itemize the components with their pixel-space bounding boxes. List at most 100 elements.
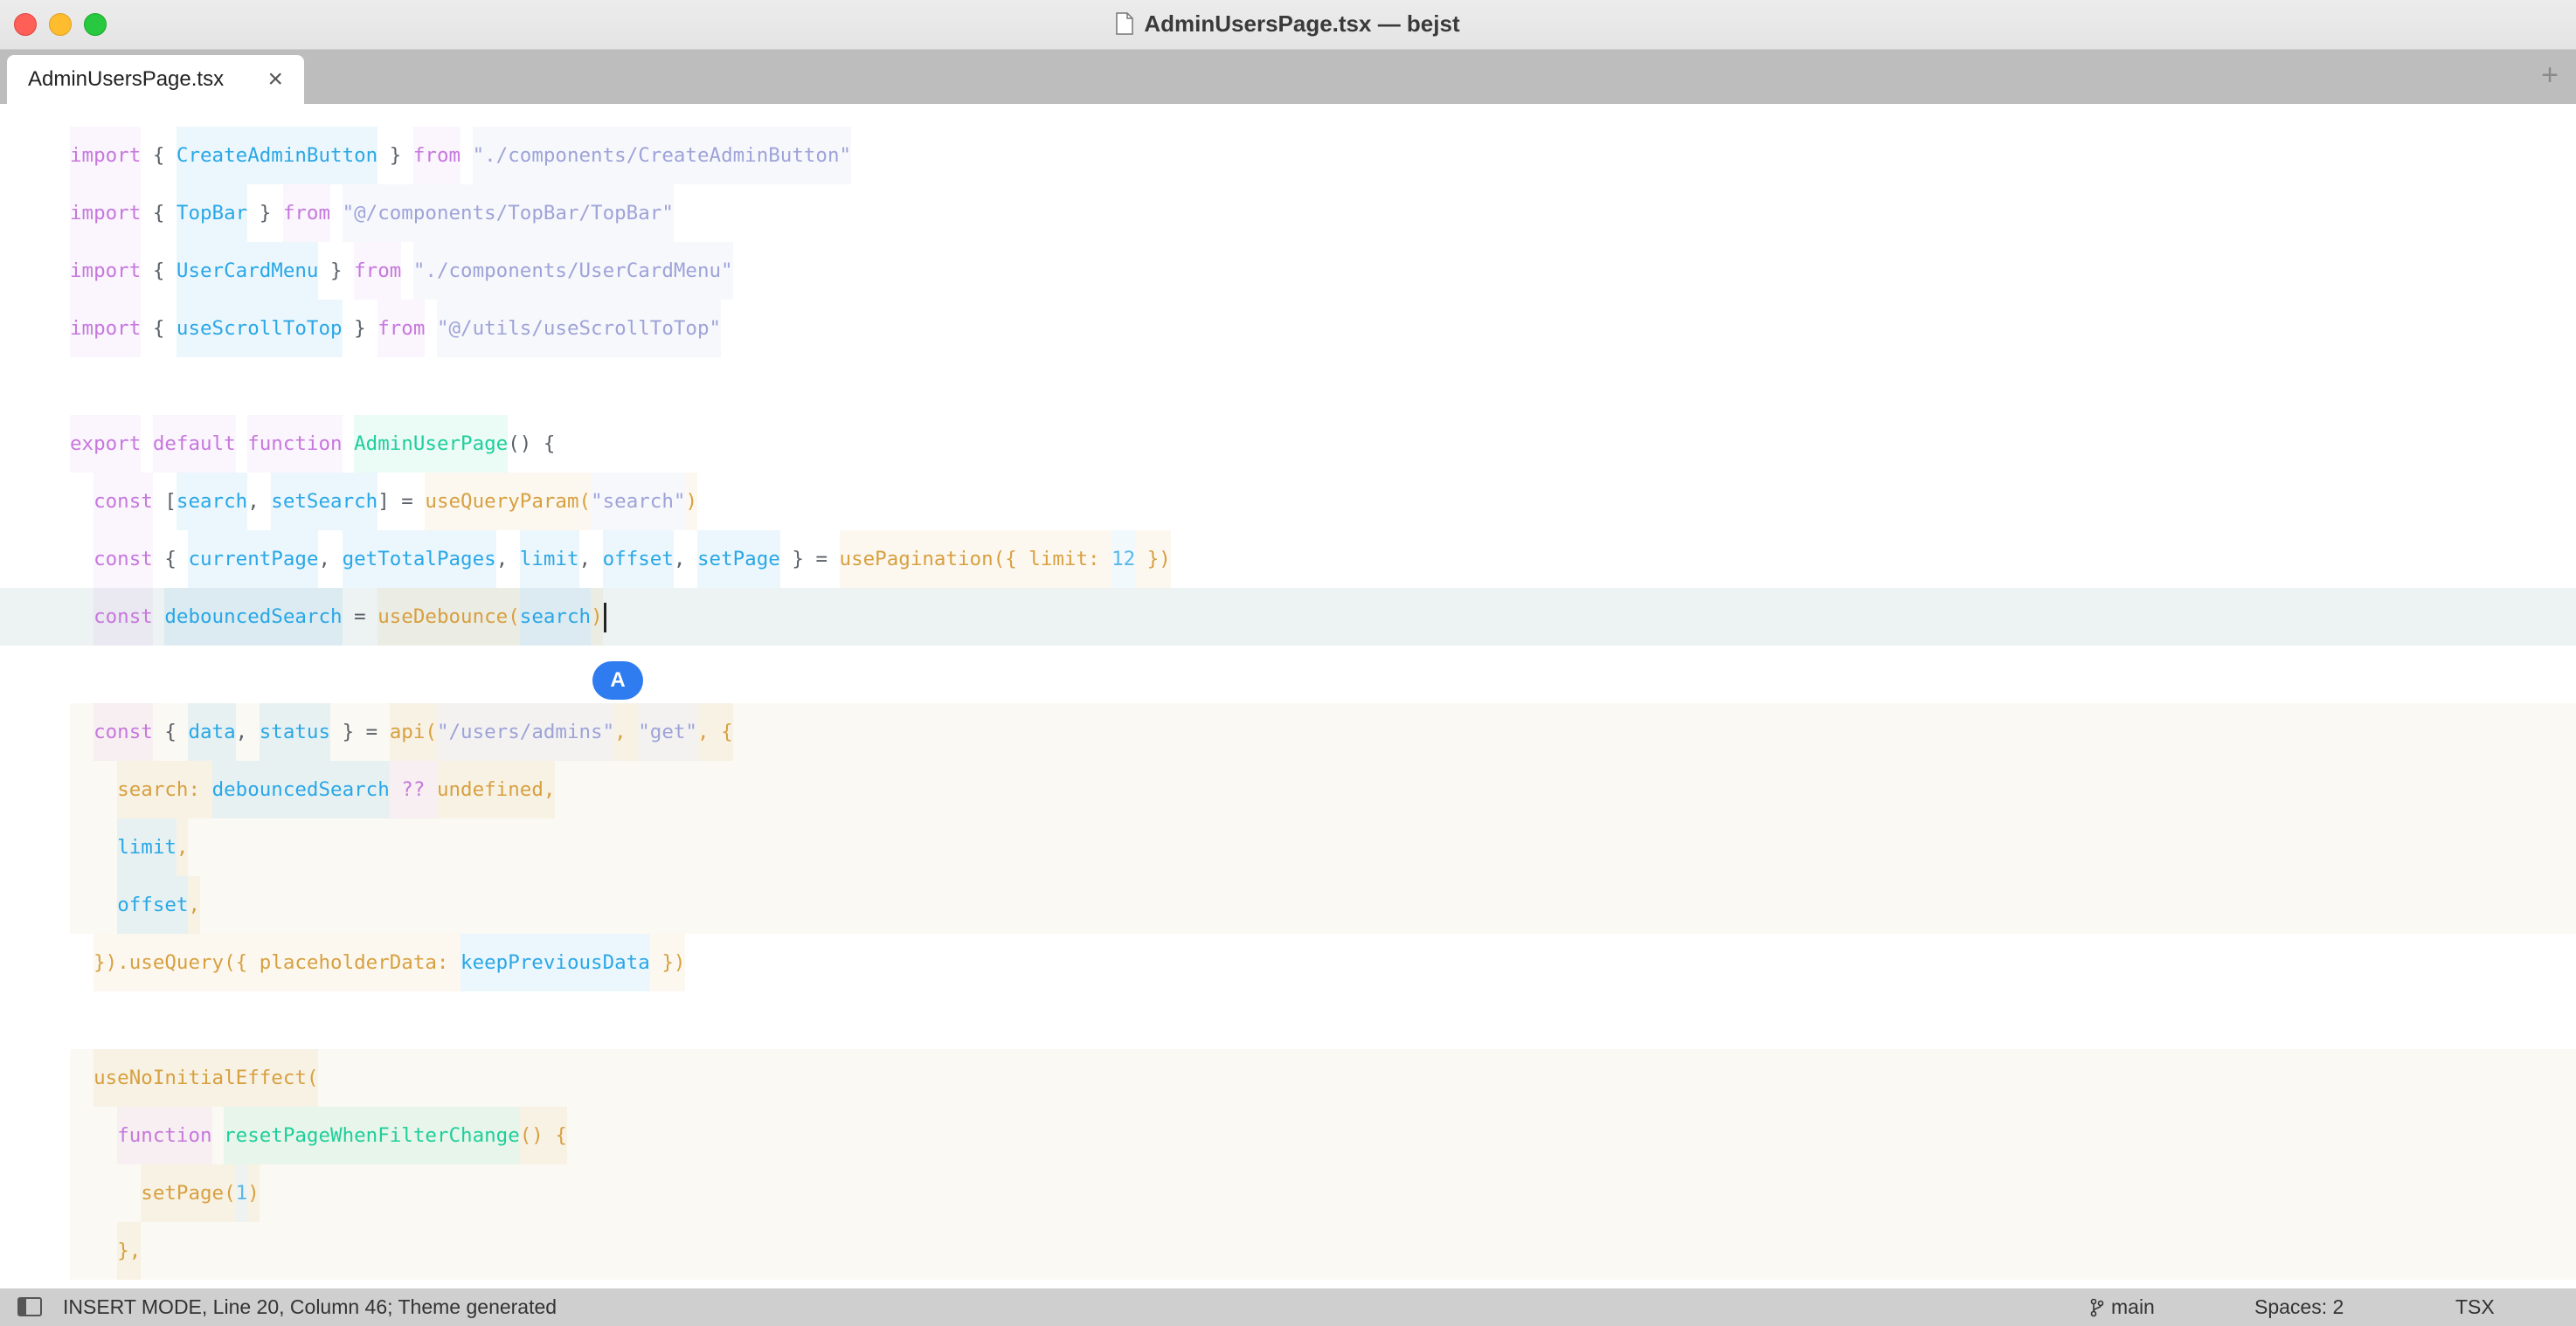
- code-line-active[interactable]: const debouncedSearch = useDebounce(sear…: [0, 588, 2576, 646]
- code-token: from: [282, 184, 331, 242]
- code-token: ??: [389, 761, 437, 818]
- code-token: {: [141, 144, 177, 167]
- code-token: status: [259, 703, 331, 761]
- sidebar-toggle-icon[interactable]: [17, 1297, 42, 1316]
- code-token: {: [141, 259, 177, 282]
- code-token: ,: [188, 876, 201, 934]
- code-line[interactable]: setPage(1): [0, 1164, 2576, 1222]
- code-line[interactable]: useNoInitialEffect(: [0, 1049, 2576, 1107]
- code-token: debouncedSearch: [164, 588, 343, 646]
- code-line[interactable]: export default function AdminUserPage() …: [0, 415, 2576, 473]
- code-token: undefined,: [436, 761, 556, 818]
- tab-adminuserspage[interactable]: AdminUsersPage.tsx ×: [7, 55, 304, 104]
- code-token: search:: [117, 761, 212, 818]
- code-token: function: [247, 415, 343, 473]
- text-cursor: [603, 602, 606, 632]
- syntax-mode[interactable]: TSX: [2455, 1295, 2495, 1319]
- tab-bar: AdminUsersPage.tsx × +: [0, 50, 2576, 104]
- code-token: ,: [247, 490, 272, 513]
- code-token: import: [70, 300, 142, 357]
- code-token: () {: [519, 1107, 567, 1164]
- code-token: ): [591, 588, 603, 646]
- code-token: "search": [591, 473, 686, 530]
- code-token: }: [342, 317, 378, 340]
- code-token: ,: [578, 548, 603, 570]
- code-token: useDebounce(: [377, 588, 520, 646]
- code-token: offset: [602, 530, 674, 588]
- code-editor[interactable]: import { CreateAdminButton } from "./com…: [0, 104, 2576, 1288]
- new-tab-icon[interactable]: +: [2541, 60, 2559, 90]
- code-token: search: [519, 588, 592, 646]
- code-token: "./components/UserCardMenu": [412, 242, 733, 300]
- code-token: debouncedSearch: [211, 761, 390, 818]
- code-line[interactable]: const { data, status } = api("/users/adm…: [0, 703, 2576, 761]
- code-token: setPage(: [141, 1164, 236, 1222]
- code-token: setPage: [696, 530, 780, 588]
- code-token: () {: [508, 432, 556, 455]
- code-token: 12: [1111, 530, 1136, 588]
- window-title: AdminUsersPage.tsx — bejst: [1144, 10, 1460, 37]
- code-token: import: [70, 184, 142, 242]
- code-token: resetPageWhenFilterChange: [224, 1107, 520, 1164]
- status-bar: INSERT MODE, Line 20, Column 46; Theme g…: [0, 1288, 2576, 1326]
- code-line[interactable]: const { currentPage, getTotalPages, limi…: [0, 530, 2576, 588]
- close-tab-icon[interactable]: ×: [267, 66, 283, 93]
- code-token: useScrollToTop: [176, 300, 343, 357]
- code-token: function: [117, 1107, 212, 1164]
- code-line[interactable]: [0, 646, 2576, 703]
- code-token: default: [152, 415, 236, 473]
- code-line[interactable]: import { UserCardMenu } from "./componen…: [0, 242, 2576, 300]
- code-token: const: [93, 588, 153, 646]
- code-line[interactable]: limit,: [0, 818, 2576, 876]
- code-token: getTotalPages: [342, 530, 496, 588]
- code-token: export: [70, 415, 142, 473]
- code-line[interactable]: import { TopBar } from "@/components/Top…: [0, 184, 2576, 242]
- code-token: from: [354, 242, 402, 300]
- code-token: const: [93, 530, 153, 588]
- code-token: ,: [235, 721, 260, 743]
- code-token: api(: [389, 703, 437, 761]
- avatar[interactable]: A: [592, 661, 643, 700]
- code-line[interactable]: },: [0, 1222, 2576, 1280]
- code-line[interactable]: const [search, setSearch] = useQueryPara…: [0, 473, 2576, 530]
- code-token: useQueryParam(: [425, 473, 592, 530]
- code-token: "/users/admins": [436, 703, 615, 761]
- code-line[interactable]: function resetPageWhenFilterChange() {: [0, 1107, 2576, 1164]
- status-mode: INSERT MODE, Line 20, Column 46; Theme g…: [63, 1295, 557, 1318]
- indentation-setting[interactable]: Spaces: 2: [2254, 1295, 2344, 1319]
- code-line[interactable]: [0, 991, 2576, 1049]
- code-line[interactable]: import { CreateAdminButton } from "./com…: [0, 127, 2576, 184]
- code-line[interactable]: [0, 357, 2576, 415]
- branch-icon: [2090, 1298, 2104, 1316]
- code-line[interactable]: offset,: [0, 876, 2576, 934]
- code-token: ] =: [377, 490, 426, 513]
- code-token: ): [247, 1164, 260, 1222]
- code-token: import: [70, 242, 142, 300]
- git-branch[interactable]: main: [2090, 1295, 2155, 1319]
- code-token: }): [93, 934, 118, 991]
- code-token: , {: [696, 703, 733, 761]
- code-token: ): [685, 473, 697, 530]
- code-token: }): [649, 934, 686, 991]
- code-line[interactable]: import { useScrollToTop } from "@/utils/…: [0, 300, 2576, 357]
- code-token: UserCardMenu: [176, 242, 319, 300]
- code-line[interactable]: search: debouncedSearch ?? undefined,: [0, 761, 2576, 818]
- code-line[interactable]: }).useQuery({ placeholderData: keepPrevi…: [0, 934, 2576, 991]
- code-token: .useQuery({ placeholderData:: [117, 934, 461, 991]
- code-token: search: [176, 473, 248, 530]
- code-token: usePagination({ limit:: [839, 530, 1112, 588]
- code-token: },: [117, 1222, 142, 1280]
